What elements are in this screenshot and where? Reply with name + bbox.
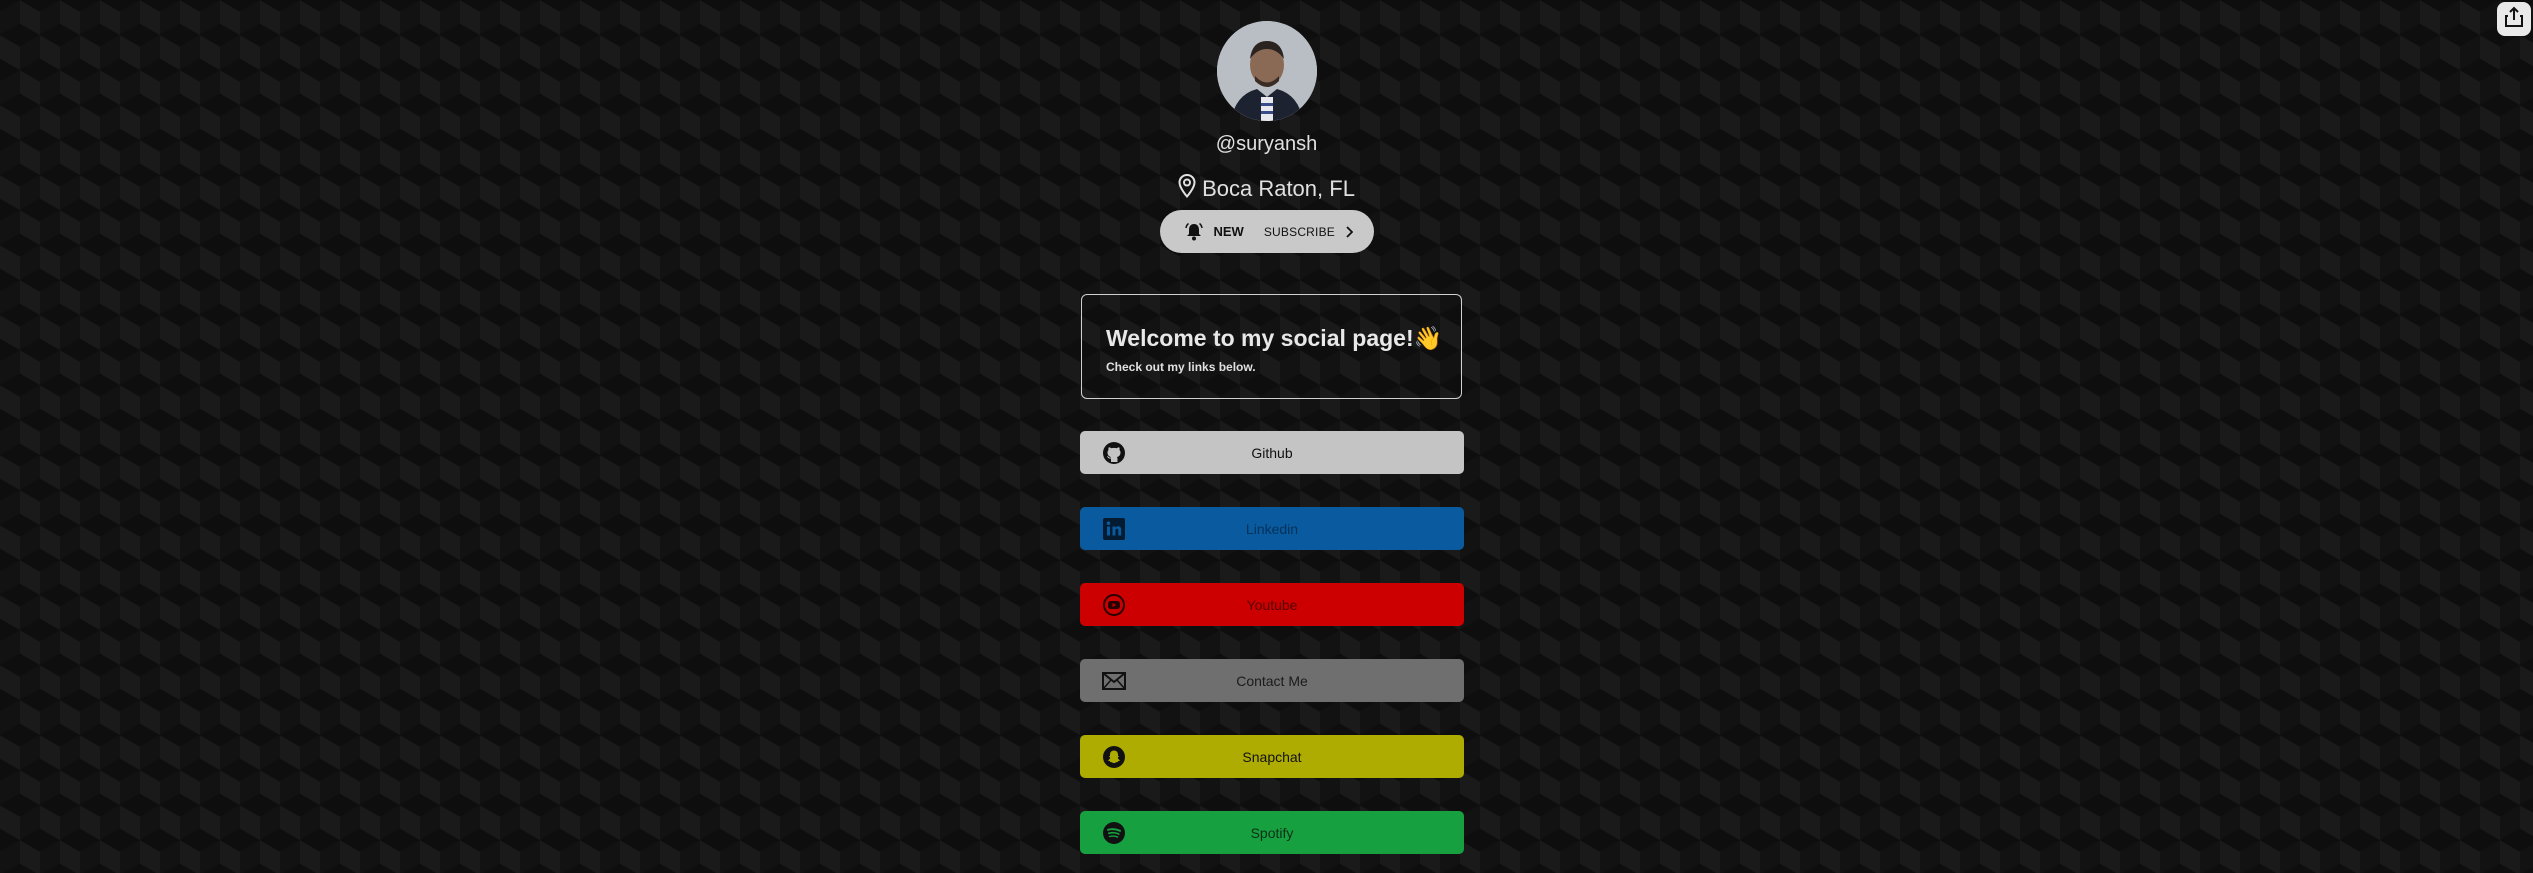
link-button-linkedin[interactable]: Linkedin — [1080, 507, 1464, 550]
link-label: Snapchat — [1242, 748, 1302, 765]
link-label: Contact Me — [1236, 672, 1308, 689]
chevron-right-icon — [1345, 225, 1353, 238]
mail-icon — [1102, 669, 1126, 693]
profile-location: Boca Raton, FL — [1178, 173, 1355, 204]
welcome-card: Welcome to my social page!👋 Check out my… — [1081, 294, 1462, 399]
new-badge: NEW — [1213, 224, 1244, 239]
welcome-title: Welcome to my social page!👋 — [1106, 325, 1443, 351]
subscribe-label: SUBSCRIBE — [1263, 224, 1335, 239]
linkedin-icon — [1102, 517, 1126, 541]
avatar — [1216, 21, 1317, 121]
link-label: Linkedin — [1245, 520, 1299, 537]
github-icon — [1102, 441, 1126, 465]
bell-icon — [1184, 222, 1204, 242]
subscribe-button[interactable]: NEW SUBSCRIBE — [1159, 210, 1374, 253]
link-list: Github Linkedin Youtube Contact Me Snapc… — [1080, 431, 1464, 873]
snapchat-icon — [1102, 745, 1126, 769]
link-button-spotify[interactable]: Spotify — [1080, 811, 1464, 854]
link-label: Spotify — [1250, 824, 1294, 841]
link-button-contact-me[interactable]: Contact Me — [1080, 659, 1464, 702]
link-button-github[interactable]: Github — [1080, 431, 1464, 474]
location-text: Boca Raton, FL — [1202, 176, 1355, 201]
location-pin-icon — [1178, 173, 1196, 204]
link-label: Youtube — [1246, 596, 1298, 613]
spotify-icon — [1102, 821, 1126, 845]
youtube-icon — [1102, 593, 1126, 617]
link-label: Github — [1251, 444, 1293, 461]
profile-handle: @suryansh — [1215, 133, 1318, 155]
profile-header: @suryansh Boca Raton, FL NEW SUBSCRIBE — [0, 0, 2533, 253]
welcome-subtitle: Check out my links below. — [1106, 360, 1256, 374]
link-button-snapchat[interactable]: Snapchat — [1080, 735, 1464, 778]
link-button-youtube[interactable]: Youtube — [1080, 583, 1464, 626]
